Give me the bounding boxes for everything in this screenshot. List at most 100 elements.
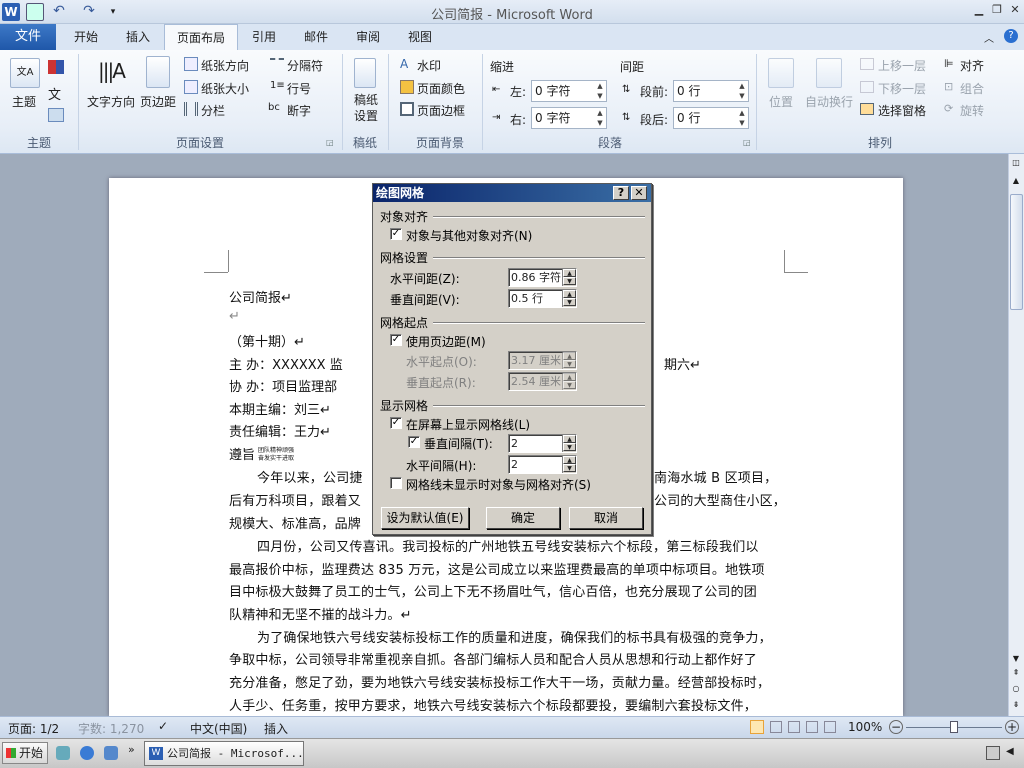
margins-button[interactable]: 页边距 bbox=[140, 93, 176, 110]
size-button[interactable]: 纸张大小 bbox=[201, 80, 249, 97]
spacing-before-spinner[interactable]: ▲ ▼ bbox=[736, 81, 748, 101]
scroll-up-icon[interactable]: ▲ bbox=[1010, 176, 1022, 188]
ruler-toggle-icon[interactable]: ◫ bbox=[1010, 158, 1022, 170]
themes-button[interactable]: 主题 bbox=[12, 93, 36, 110]
orientation-icon[interactable] bbox=[184, 57, 198, 71]
selection-pane-icon[interactable] bbox=[860, 103, 874, 115]
theme-colors-icon[interactable] bbox=[48, 60, 64, 74]
align-icon[interactable]: ⊫ bbox=[944, 57, 954, 70]
tab-home[interactable]: 开始 bbox=[64, 24, 108, 50]
v-origin-spinner[interactable]: ▲ ▼ bbox=[562, 373, 576, 390]
next-page-icon[interactable]: ⇟ bbox=[1010, 700, 1022, 712]
paper-setup-icon[interactable] bbox=[354, 58, 376, 88]
vertical-every-spinner[interactable]: ▲ ▼ bbox=[562, 435, 576, 452]
columns-button[interactable]: 分栏 bbox=[201, 102, 225, 119]
page-borders-icon[interactable] bbox=[400, 102, 414, 116]
group-icon[interactable]: ⊡ bbox=[944, 80, 953, 93]
tab-file[interactable]: 文件 bbox=[0, 24, 56, 50]
send-backward-button[interactable]: 下移一层 bbox=[878, 80, 926, 97]
web-layout-icon[interactable] bbox=[788, 721, 800, 733]
insert-mode[interactable]: 插入 bbox=[264, 720, 288, 737]
proofing-icon[interactable]: ✓ bbox=[158, 719, 168, 733]
page-count[interactable]: 页面: 1/2 bbox=[8, 720, 59, 737]
rotate-icon[interactable]: ⟳ bbox=[944, 102, 953, 115]
watermark-icon[interactable]: A bbox=[400, 57, 408, 71]
h-spacing-spinner[interactable]: ▲ ▼ bbox=[562, 269, 576, 286]
start-button[interactable]: 开始 bbox=[2, 742, 48, 764]
quicklaunch-icon[interactable] bbox=[104, 746, 118, 760]
hyphenation-icon[interactable]: bc bbox=[268, 102, 280, 113]
word-count[interactable]: 字数: 1,270 bbox=[78, 720, 144, 737]
send-backward-icon[interactable] bbox=[860, 81, 874, 93]
rotate-button[interactable]: 旋转 bbox=[960, 102, 984, 119]
tab-insert[interactable]: 插入 bbox=[116, 24, 160, 50]
previous-page-icon[interactable]: ⇞ bbox=[1010, 668, 1022, 680]
print-layout-icon[interactable] bbox=[750, 720, 764, 734]
restore-icon[interactable]: ❐ bbox=[990, 3, 1004, 17]
outline-icon[interactable] bbox=[806, 721, 818, 733]
collapse-ribbon-icon[interactable]: ︿ bbox=[984, 30, 994, 45]
taskbar-word-window[interactable]: W 公司简报 - Microsof... bbox=[144, 741, 304, 766]
use-margins-checkbox[interactable]: ✓ bbox=[390, 334, 402, 346]
tab-references[interactable]: 引用 bbox=[246, 24, 282, 50]
ok-button[interactable]: 确定 bbox=[486, 507, 560, 529]
scroll-thumb[interactable] bbox=[1010, 194, 1023, 310]
page-borders-button[interactable]: 页面边框 bbox=[417, 102, 465, 119]
indent-left-spinner[interactable]: ▲ ▼ bbox=[594, 81, 606, 101]
page-color-icon[interactable] bbox=[400, 80, 414, 94]
text-direction-button[interactable]: 文字方向 bbox=[87, 93, 135, 110]
columns-icon[interactable] bbox=[184, 102, 198, 116]
selection-pane-button[interactable]: 选择窗格 bbox=[878, 102, 926, 119]
zoom-level[interactable]: 100% bbox=[848, 720, 882, 734]
set-default-button[interactable]: 设为默认值(E) bbox=[381, 507, 469, 529]
draft-icon[interactable] bbox=[824, 721, 836, 733]
browse-object-icon[interactable]: ○ bbox=[1010, 684, 1022, 696]
paper-setup-button[interactable]: 稿纸 设置 bbox=[354, 92, 378, 124]
tab-page-layout[interactable]: 页面布局 bbox=[164, 24, 238, 51]
dialog-launcher-icon[interactable]: ◲ bbox=[743, 138, 751, 147]
spacing-after-spinner[interactable]: ▲ ▼ bbox=[736, 108, 748, 128]
zoom-in-icon[interactable]: + bbox=[1005, 720, 1019, 734]
quicklaunch-icon[interactable] bbox=[56, 746, 70, 760]
tab-mailings[interactable]: 邮件 bbox=[298, 24, 334, 50]
zoom-out-icon[interactable]: − bbox=[889, 720, 903, 734]
scroll-down-icon[interactable]: ▼ bbox=[1010, 654, 1022, 666]
snap-to-objects-checkbox[interactable]: ✓ bbox=[390, 228, 402, 240]
bring-forward-button[interactable]: 上移一层 bbox=[878, 57, 926, 74]
bring-forward-icon[interactable] bbox=[860, 58, 874, 70]
wrap-text-icon[interactable] bbox=[816, 58, 842, 88]
tab-view[interactable]: 视图 bbox=[402, 24, 438, 50]
watermark-button[interactable]: 水印 bbox=[417, 57, 441, 74]
orientation-button[interactable]: 纸张方向 bbox=[201, 57, 249, 74]
full-screen-icon[interactable] bbox=[770, 721, 782, 733]
dialog-launcher-icon[interactable]: ◲ bbox=[326, 138, 334, 147]
size-icon[interactable] bbox=[184, 80, 198, 94]
help-icon[interactable]: ? bbox=[1004, 29, 1018, 43]
line-numbers-button[interactable]: 行号 bbox=[287, 80, 311, 97]
v-spacing-spinner[interactable]: ▲ ▼ bbox=[562, 290, 576, 307]
group-button[interactable]: 组合 bbox=[960, 80, 984, 97]
align-button[interactable]: 对齐 bbox=[960, 57, 984, 74]
vertical-scrollbar[interactable]: ◫ ▲ ▼ ⇞ ○ ⇟ bbox=[1008, 154, 1024, 716]
more-icon[interactable]: » bbox=[128, 743, 135, 756]
breaks-button[interactable]: 分隔符 bbox=[287, 57, 323, 74]
vertical-every-checkbox[interactable]: ✓ bbox=[408, 436, 420, 448]
snap-when-hidden-checkbox[interactable] bbox=[390, 477, 402, 489]
themes-icon[interactable]: 文A bbox=[10, 58, 40, 88]
line-numbers-icon[interactable]: 1≡ bbox=[270, 80, 285, 91]
theme-effects-icon[interactable] bbox=[48, 108, 64, 122]
margins-icon[interactable] bbox=[146, 56, 170, 88]
minimize-icon[interactable]: ▁ bbox=[972, 3, 986, 17]
tray-icon[interactable]: ◀ bbox=[1006, 746, 1018, 760]
zoom-slider-thumb[interactable] bbox=[950, 721, 958, 733]
page-color-button[interactable]: 页面颜色 bbox=[417, 80, 465, 97]
hyphenation-button[interactable]: 断字 bbox=[287, 102, 311, 119]
breaks-icon[interactable] bbox=[270, 58, 284, 70]
horizontal-every-spinner[interactable]: ▲ ▼ bbox=[562, 456, 576, 473]
keyboard-icon[interactable] bbox=[986, 746, 1000, 760]
h-origin-spinner[interactable]: ▲ ▼ bbox=[562, 352, 576, 369]
tab-review[interactable]: 审阅 bbox=[350, 24, 386, 50]
show-gridlines-checkbox[interactable]: ✓ bbox=[390, 417, 402, 429]
position-button[interactable]: 位置 bbox=[769, 93, 793, 110]
dialog-close-icon[interactable]: ✕ bbox=[631, 186, 647, 200]
